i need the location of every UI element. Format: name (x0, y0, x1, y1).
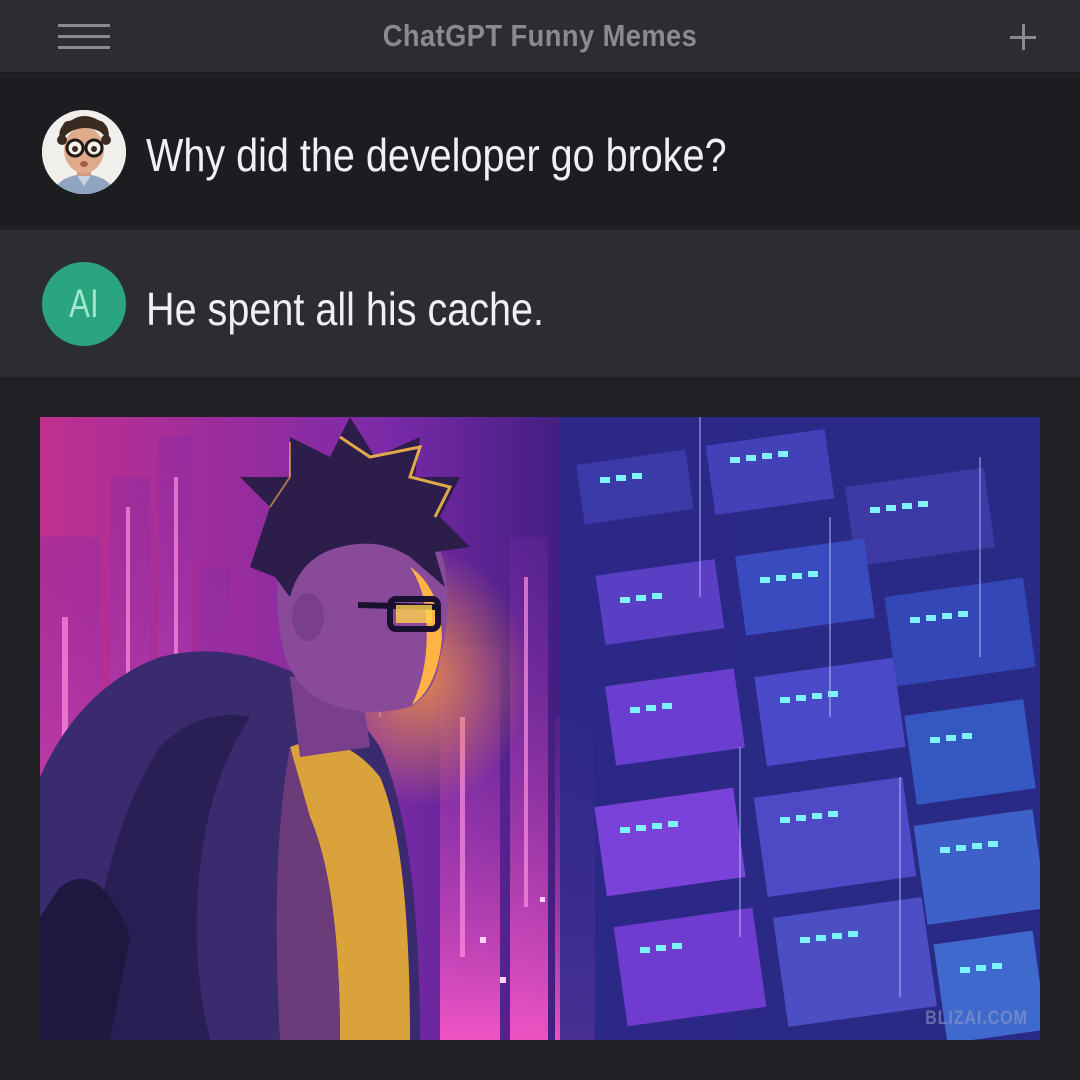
page-title: ChatGPT Funny Memes (382, 18, 698, 53)
user-message-text: Why did the developer go broke? (146, 129, 727, 181)
user-message: Why did the developer go broke? (0, 78, 1080, 226)
assistant-message-text: He spent all his cache. (146, 283, 545, 335)
cyberpunk-developer-illustration: BLIZAI.COM (40, 417, 1040, 1040)
assistant-message: AI He spent all his cache. (0, 230, 1080, 377)
avatar (42, 110, 126, 194)
illustration-artwork (40, 417, 1040, 1040)
user-photo-avatar (42, 110, 126, 194)
ai-avatar: AI (42, 262, 126, 346)
meme-page: ChatGPT Funny Memes Why did the develope… (0, 0, 1080, 1080)
watermark: BLIZAI.COM (925, 1008, 1028, 1029)
plus-icon[interactable] (1008, 22, 1038, 52)
app-header: ChatGPT Funny Memes (0, 0, 1080, 74)
ai-avatar-label: AI (69, 282, 99, 326)
